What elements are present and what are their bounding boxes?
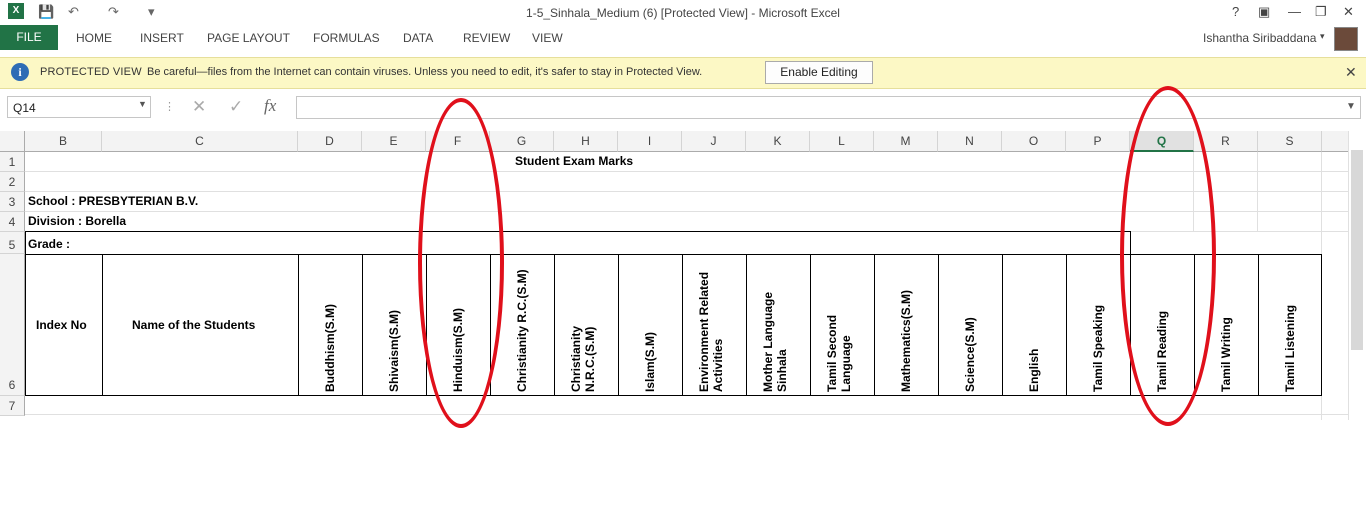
- select-all-corner[interactable]: [0, 131, 25, 152]
- subject-buddhism: Buddhism(S.M): [323, 304, 337, 392]
- tab-formulas[interactable]: FORMULAS: [313, 31, 380, 45]
- subject-tamil-reading: Tamil Reading: [1155, 310, 1169, 392]
- avatar[interactable]: [1334, 27, 1358, 51]
- column-header-b[interactable]: B: [25, 131, 102, 152]
- user-name[interactable]: Ishantha Siribaddana: [1203, 31, 1316, 45]
- confirm-formula-icon[interactable]: ✓: [229, 97, 243, 117]
- gridline: [25, 414, 1348, 415]
- column-header-f[interactable]: F: [426, 131, 490, 152]
- protected-view-title: PROTECTED VIEW: [40, 66, 142, 78]
- user-dropdown-icon[interactable]: ▾: [1320, 31, 1325, 42]
- column-header-filler: [1322, 131, 1348, 152]
- column-header-s[interactable]: S: [1258, 131, 1322, 152]
- column-header-p[interactable]: P: [1066, 131, 1130, 152]
- formula-bar-handle-icon[interactable]: ⋮: [164, 100, 175, 113]
- school-cell[interactable]: School : PRESBYTERIAN B.V.: [28, 194, 198, 208]
- column-header-l[interactable]: L: [810, 131, 874, 152]
- column-header-i[interactable]: I: [618, 131, 682, 152]
- close-icon[interactable]: ✕: [1343, 4, 1354, 20]
- column-header-e[interactable]: E: [362, 131, 426, 152]
- enable-editing-button[interactable]: Enable Editing: [765, 61, 873, 84]
- name-box-dropdown-icon[interactable]: ▼: [138, 99, 147, 109]
- subject-mathematics: Mathematics(S.M): [899, 289, 913, 392]
- tab-review[interactable]: REVIEW: [463, 31, 510, 45]
- gridline: [1193, 152, 1194, 232]
- division-cell[interactable]: Division : Borella: [28, 214, 126, 228]
- gridline: [1257, 152, 1258, 232]
- ribbon-tabs: [0, 25, 1366, 51]
- expand-formula-bar-icon[interactable]: ▼: [1346, 101, 1356, 112]
- grade-row-border: [25, 231, 1131, 255]
- subject-christianity-rc: Christianity R.C.(S.M): [515, 269, 529, 392]
- column-header-h[interactable]: H: [554, 131, 618, 152]
- index-no-label: Index No: [36, 318, 87, 332]
- subject-tamil-second: Tamil Second Language: [825, 314, 853, 392]
- column-header-c[interactable]: C: [102, 131, 298, 152]
- tab-page-layout[interactable]: PAGE LAYOUT: [207, 31, 290, 45]
- subject-hinduism: Hinduism(S.M): [451, 308, 465, 392]
- window-title: 1-5_Sinhala_Medium (6) [Protected View] …: [526, 6, 840, 20]
- column-header-g[interactable]: G: [490, 131, 554, 152]
- tab-view[interactable]: VIEW: [532, 31, 563, 45]
- row-header-6[interactable]: 6: [0, 254, 25, 396]
- tab-insert[interactable]: INSERT: [140, 31, 184, 45]
- column-header-d[interactable]: D: [298, 131, 362, 152]
- column-header-m[interactable]: M: [874, 131, 938, 152]
- gridline: [25, 191, 1348, 192]
- shield-icon: i: [11, 63, 29, 81]
- gridline: [25, 171, 1348, 172]
- scrollbar-thumb[interactable]: [1351, 150, 1363, 350]
- grade-cell[interactable]: Grade :: [28, 237, 70, 251]
- column-header-j[interactable]: J: [682, 131, 746, 152]
- column-header-n[interactable]: N: [938, 131, 1002, 152]
- row-header-5[interactable]: 5: [0, 232, 25, 254]
- subject-environment: Environment Related Activities: [697, 271, 725, 392]
- subject-tamil-listening: Tamil Listening: [1283, 304, 1297, 392]
- row-header-7[interactable]: 7: [0, 396, 25, 416]
- help-icon[interactable]: ?: [1232, 4, 1239, 19]
- insert-function-icon[interactable]: fx: [264, 96, 276, 116]
- subject-english: English: [1027, 348, 1041, 392]
- tab-data[interactable]: DATA: [403, 31, 433, 45]
- row-header-4[interactable]: 4: [0, 212, 25, 232]
- subject-islam: Islam(S.M): [643, 331, 657, 392]
- name-box[interactable]: Q14: [7, 96, 151, 118]
- subject-shivaism: Shivaism(S.M): [387, 309, 401, 392]
- subject-science: Science(S.M): [963, 317, 977, 392]
- restore-icon[interactable]: ▣: [1258, 4, 1270, 20]
- name-of-students-label: Name of the Students: [132, 318, 256, 332]
- gridline: [25, 211, 1348, 212]
- row-header-1[interactable]: 1: [0, 152, 25, 172]
- sheet-title[interactable]: Student Exam Marks: [515, 154, 633, 168]
- minimize-icon[interactable]: —: [1288, 4, 1301, 19]
- maximize-icon[interactable]: ❐: [1315, 4, 1327, 20]
- column-header-o[interactable]: O: [1002, 131, 1066, 152]
- file-tab[interactable]: FILE: [0, 25, 58, 50]
- tab-home[interactable]: HOME: [76, 31, 112, 45]
- formula-input[interactable]: [296, 96, 1361, 119]
- subject-christianity-nrc: Christianity N.R.C.(S.M): [569, 325, 597, 392]
- column-header-k[interactable]: K: [746, 131, 810, 152]
- cancel-formula-icon[interactable]: ✕: [192, 97, 206, 117]
- column-header-q[interactable]: Q: [1130, 131, 1194, 152]
- subject-tamil-writing: Tamil Writing: [1219, 317, 1233, 392]
- protected-view-message: Be careful—files from the Internet can c…: [147, 66, 703, 78]
- row-header-2[interactable]: 2: [0, 172, 25, 192]
- column-header-r[interactable]: R: [1194, 131, 1258, 152]
- subject-mother-language: Mother Language Sinhala: [761, 291, 789, 392]
- subject-tamil-speaking: Tamil Speaking: [1091, 304, 1105, 392]
- close-message-bar-icon[interactable]: ✕: [1345, 64, 1357, 81]
- row-header-3[interactable]: 3: [0, 192, 25, 212]
